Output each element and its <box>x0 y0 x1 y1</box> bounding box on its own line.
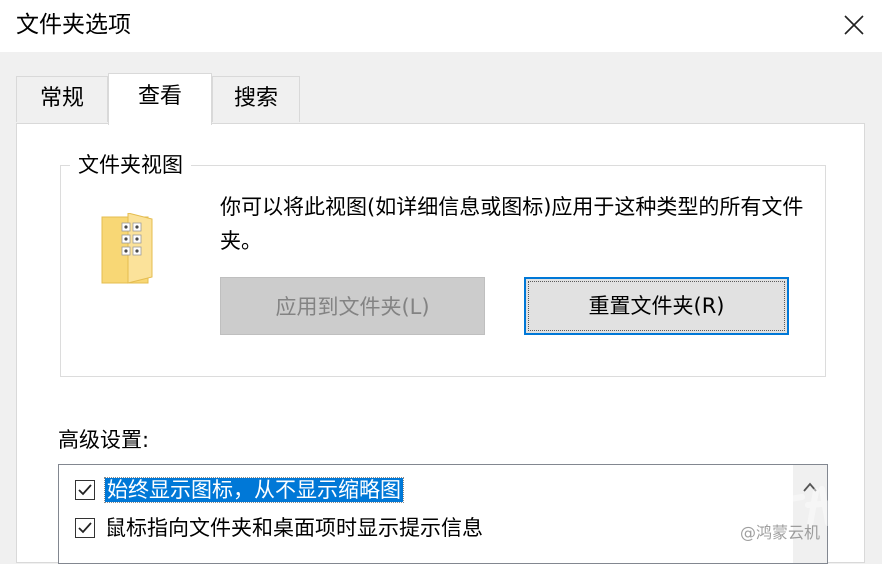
folder-views-label: 文件夹视图 <box>70 152 191 178</box>
reset-folders-button[interactable]: 重置文件夹(R) <box>524 277 789 335</box>
list-item-label: 鼠标指向文件夹和桌面项时显示提示信息 <box>105 516 483 540</box>
folder-views-description: 你可以将此视图(如详细信息或图标)应用于这种类型的所有文件夹。 <box>220 195 804 253</box>
checkbox[interactable] <box>75 480 95 500</box>
list-item[interactable]: 始终显示图标，从不显示缩略图 <box>75 473 404 507</box>
tab-general-label: 常规 <box>39 86 84 111</box>
list-item[interactable]: 鼠标指向文件夹和桌面项时显示提示信息 <box>75 511 483 545</box>
checkmark-icon <box>78 522 92 534</box>
folder-options-dialog: 文件夹选项 常规 查看 搜索 文件夹视图 你可以将此视图(如详细信息或图标)应用… <box>0 0 882 564</box>
watermark-text: @鸿蒙云机 <box>740 523 821 542</box>
checkmark-icon <box>78 484 92 496</box>
tab-search[interactable]: 搜索 <box>212 76 300 122</box>
list-item-label: 始终显示图标，从不显示缩略图 <box>104 477 404 503</box>
tab-general[interactable]: 常规 <box>16 76 108 122</box>
tab-view[interactable]: 查看 <box>108 73 212 125</box>
apply-to-folders-button[interactable]: 应用到文件夹(L) <box>220 277 485 335</box>
checkbox[interactable] <box>75 518 95 538</box>
advanced-settings-label: 高级设置: <box>58 428 150 452</box>
folder-view-icon <box>101 213 153 284</box>
tab-view-label: 查看 <box>137 84 182 109</box>
close-icon <box>844 15 864 35</box>
tab-search-label: 搜索 <box>233 86 278 111</box>
window-title: 文件夹选项 <box>16 12 131 38</box>
title-bar: 文件夹选项 <box>0 0 882 52</box>
close-button[interactable] <box>826 0 882 50</box>
